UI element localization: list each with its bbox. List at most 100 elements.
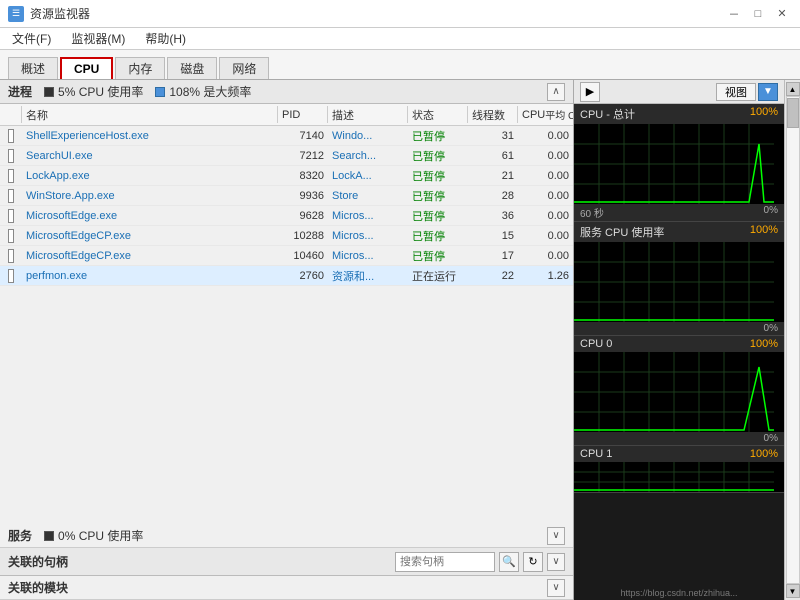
td-name-7[interactable]: perfmon.exe bbox=[22, 266, 278, 285]
table-header: 名称 PID 描述 状态 线程数 CPU 平均 C... bbox=[0, 104, 573, 126]
cpu-box-icon bbox=[44, 87, 54, 97]
handles-search-button[interactable]: 🔍 bbox=[499, 552, 519, 572]
table-row[interactable]: LockApp.exe 8320 LockA... 已暂停 21 0.00 bbox=[0, 166, 573, 186]
chart-pct-cpu0: 100% bbox=[750, 338, 778, 350]
scroll-track[interactable] bbox=[786, 96, 800, 584]
td-status-3: 已暂停 bbox=[408, 186, 468, 205]
chart-graph-service bbox=[574, 242, 784, 322]
minimize-button[interactable]: － bbox=[724, 5, 744, 23]
view-button[interactable]: 视图 bbox=[716, 83, 756, 101]
td-pid-1: 7212 bbox=[278, 146, 328, 165]
tab-network[interactable]: 网络 bbox=[219, 57, 269, 79]
table-row[interactable]: ShellExperienceHost.exe 7140 Windo... 已暂… bbox=[0, 126, 573, 146]
td-desc-3[interactable]: Store bbox=[328, 186, 408, 205]
menu-help[interactable]: 帮助(H) bbox=[141, 29, 190, 48]
td-threads-7: 22 bbox=[468, 266, 518, 285]
td-check-1[interactable] bbox=[0, 146, 22, 165]
table-row[interactable]: perfmon.exe 2760 资源和... 正在运行 22 1.26 bbox=[0, 266, 573, 286]
chart-footer-service: 0% bbox=[574, 322, 784, 335]
view-controls: 视图 ▼ bbox=[716, 83, 778, 101]
td-pid-6: 10460 bbox=[278, 246, 328, 265]
td-name-6[interactable]: MicrosoftEdgeCP.exe bbox=[22, 246, 278, 265]
chart-min-cpu0: 0% bbox=[764, 433, 778, 444]
td-desc-7[interactable]: 资源和... bbox=[328, 266, 408, 285]
th-checkbox bbox=[0, 106, 22, 123]
td-pid-7: 2760 bbox=[278, 266, 328, 285]
process-title: 进程 bbox=[8, 83, 32, 100]
process-collapse-button[interactable]: ∧ bbox=[547, 83, 565, 101]
td-check-2[interactable] bbox=[0, 166, 22, 185]
right-scrollbar[interactable]: ▲ ▼ bbox=[784, 80, 800, 600]
process-section-header[interactable]: 进程 5% CPU 使用率 108% 是大频率 ∧ bbox=[0, 80, 573, 104]
tab-memory[interactable]: 内存 bbox=[115, 57, 165, 79]
window-title: 资源监视器 bbox=[30, 5, 90, 22]
table-row[interactable]: MicrosoftEdgeCP.exe 10288 Micros... 已暂停 … bbox=[0, 226, 573, 246]
scroll-down-button[interactable]: ▼ bbox=[786, 584, 800, 598]
handles-search-input[interactable] bbox=[395, 552, 495, 572]
td-threads-3: 28 bbox=[468, 186, 518, 205]
td-check-0[interactable] bbox=[0, 126, 22, 145]
td-check-4[interactable] bbox=[0, 206, 22, 225]
td-status-2: 已暂停 bbox=[408, 166, 468, 185]
menu-file[interactable]: 文件(F) bbox=[8, 29, 55, 48]
td-desc-5[interactable]: Micros... bbox=[328, 226, 408, 245]
table-row[interactable]: SearchUI.exe 7212 Search... 已暂停 61 0.00 bbox=[0, 146, 573, 166]
service-cpu-box-icon bbox=[44, 531, 54, 541]
td-desc-2[interactable]: LockA... bbox=[328, 166, 408, 185]
cpu-indicator: 5% CPU 使用率 bbox=[44, 83, 143, 100]
td-name-0[interactable]: ShellExperienceHost.exe bbox=[22, 126, 278, 145]
menu-monitor[interactable]: 监视器(M) bbox=[67, 29, 129, 48]
td-check-5[interactable] bbox=[0, 226, 22, 245]
modules-section-header[interactable]: 关联的模块 ∨ bbox=[0, 576, 573, 600]
td-avg-7: 1.26 bbox=[518, 266, 573, 285]
td-name-5[interactable]: MicrosoftEdgeCP.exe bbox=[22, 226, 278, 245]
td-desc-1[interactable]: Search... bbox=[328, 146, 408, 165]
td-check-3[interactable] bbox=[0, 186, 22, 205]
service-cpu-indicator: 0% CPU 使用率 bbox=[44, 527, 143, 544]
handles-section-header[interactable]: 关联的句柄 🔍 ↻ ∨ bbox=[0, 548, 573, 576]
process-table: 名称 PID 描述 状态 线程数 CPU 平均 C... ShellExperi… bbox=[0, 104, 573, 524]
tab-bar: 概述 CPU 内存 磁盘 网络 bbox=[0, 50, 800, 80]
td-desc-6[interactable]: Micros... bbox=[328, 246, 408, 265]
table-row[interactable]: MicrosoftEdgeCP.exe 10460 Micros... 已暂停 … bbox=[0, 246, 573, 266]
scroll-up-button[interactable]: ▲ bbox=[786, 82, 800, 96]
td-check-7[interactable] bbox=[0, 266, 22, 285]
service-section-header[interactable]: 服务 0% CPU 使用率 ∨ bbox=[0, 524, 573, 548]
chart-min-val: 0% bbox=[764, 205, 778, 220]
th-threads: 线程数 bbox=[468, 106, 518, 123]
table-row[interactable]: MicrosoftEdge.exe 9628 Micros... 已暂停 36 … bbox=[0, 206, 573, 226]
chart-graph-cpu1 bbox=[574, 462, 784, 492]
chart-cpu1: CPU 1 100% bbox=[574, 446, 784, 493]
right-panel-wrapper: ▶ 视图 ▼ CPU - 总计 100% bbox=[574, 80, 784, 600]
handles-title: 关联的句柄 bbox=[8, 553, 68, 570]
td-check-6[interactable] bbox=[0, 246, 22, 265]
chart-service-cpu: 服务 CPU 使用率 100% bbox=[574, 222, 784, 336]
td-name-1[interactable]: SearchUI.exe bbox=[22, 146, 278, 165]
modules-collapse-button[interactable]: ∨ bbox=[547, 579, 565, 597]
handles-refresh-button[interactable]: ↻ bbox=[523, 552, 543, 572]
tab-cpu[interactable]: CPU bbox=[60, 57, 113, 79]
td-name-3[interactable]: WinStore.App.exe bbox=[22, 186, 278, 205]
maximize-button[interactable]: □ bbox=[748, 5, 768, 23]
chart-title-cpu-total: CPU - 总计 bbox=[580, 106, 635, 122]
td-name-2[interactable]: LockApp.exe bbox=[22, 166, 278, 185]
td-pid-5: 10288 bbox=[278, 226, 328, 245]
td-status-5: 已暂停 bbox=[408, 226, 468, 245]
right-panel-header: ▶ 视图 ▼ bbox=[574, 80, 784, 104]
tab-overview[interactable]: 概述 bbox=[8, 57, 58, 79]
table-row[interactable]: WinStore.App.exe 9936 Store 已暂停 28 0.00 bbox=[0, 186, 573, 206]
view-dropdown-button[interactable]: ▼ bbox=[758, 83, 778, 101]
right-expand-button[interactable]: ▶ bbox=[580, 82, 600, 102]
td-desc-4[interactable]: Micros... bbox=[328, 206, 408, 225]
handles-collapse-button[interactable]: ∨ bbox=[547, 553, 565, 571]
chart-label-cpu-total: CPU - 总计 100% bbox=[574, 104, 784, 124]
td-pid-3: 9936 bbox=[278, 186, 328, 205]
title-bar-left: ☰ 资源监视器 bbox=[8, 5, 90, 22]
tab-disk[interactable]: 磁盘 bbox=[167, 57, 217, 79]
scroll-thumb[interactable] bbox=[787, 98, 799, 128]
close-button[interactable]: ✕ bbox=[772, 5, 792, 23]
td-desc-0[interactable]: Windo... bbox=[328, 126, 408, 145]
service-collapse-button[interactable]: ∨ bbox=[547, 527, 565, 545]
td-name-4[interactable]: MicrosoftEdge.exe bbox=[22, 206, 278, 225]
chart-footer-cpu0: 0% bbox=[574, 432, 784, 445]
